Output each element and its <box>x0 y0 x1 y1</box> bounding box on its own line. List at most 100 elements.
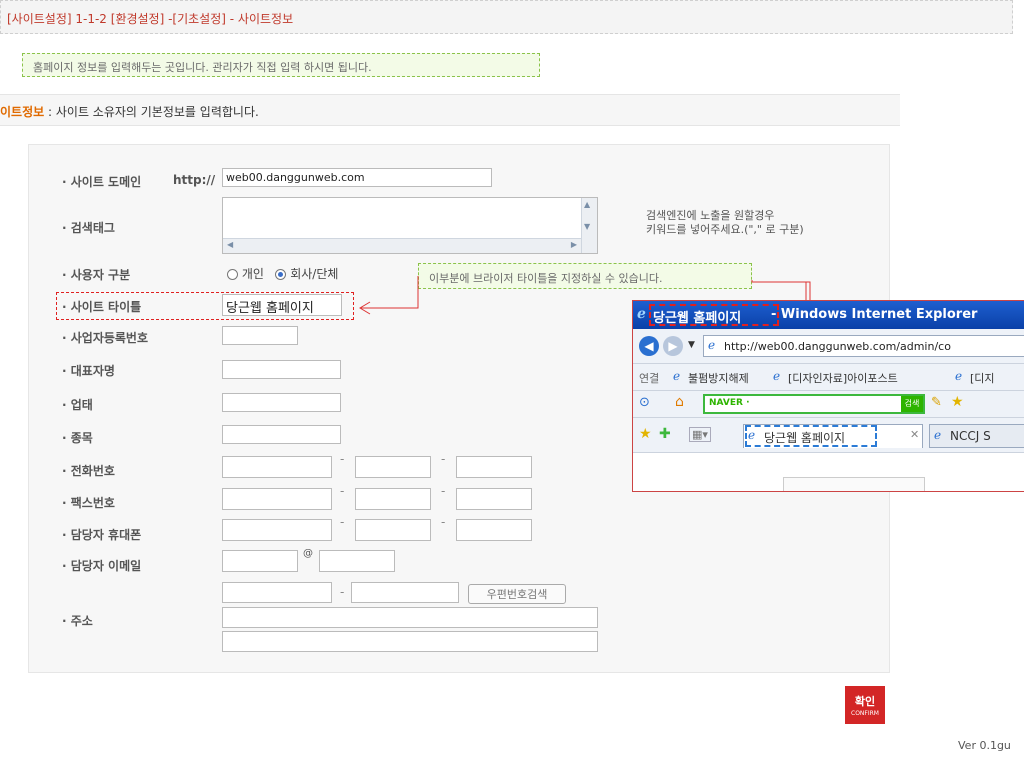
textarea-hscroll[interactable]: ◀ ▶ <box>223 238 581 253</box>
ie-tabbar: ★ ✚ ▦▾ ℯ 당근웹 홈페이지 ✕ ℯ NCCJ S <box>633 418 1024 453</box>
ie-address-bar[interactable]: ℯ http://web00.danggunweb.com/admin/co <box>703 335 1024 357</box>
radio-individual[interactable] <box>227 269 238 280</box>
radio-individual-label: 개인 <box>241 267 264 281</box>
link-1[interactable]: 불펌방지해제 <box>688 370 749 386</box>
fax-input-2[interactable] <box>355 488 431 510</box>
link-2[interactable]: [디자인자료]아이포스트 <box>788 370 898 386</box>
favorites-icon[interactable]: ★ <box>639 426 652 442</box>
ie-tab-2[interactable]: ℯ NCCJ S <box>929 424 1024 448</box>
title-label: · 사이트 타이틀 <box>62 300 142 314</box>
ceo-input[interactable] <box>222 360 341 379</box>
link2-icon: ℯ <box>773 369 781 383</box>
info-heading: 이트정보 <box>0 105 45 119</box>
tab2-page-icon: ℯ <box>934 428 942 442</box>
link-3[interactable]: [디지 <box>970 370 995 386</box>
tags-textarea[interactable]: ▲ ▼ ◀ ▶ <box>222 197 598 254</box>
textarea-vscroll[interactable]: ▲ ▼ <box>581 198 597 253</box>
forward-icon[interactable]: ▶ <box>663 336 683 356</box>
bizcat-label: · 업태 <box>62 398 93 412</box>
ie-links-bar: 연결 ℯ 불펌방지해제 ℯ [디자인자료]아이포스트 ℯ [디지 <box>633 364 1024 391</box>
tab2-title: NCCJ S <box>950 429 991 443</box>
usertype-radios: 개인 회사/단체 <box>227 265 338 282</box>
email-local-input[interactable] <box>222 550 298 572</box>
fax-input-1[interactable] <box>222 488 332 510</box>
scroll-down-icon[interactable]: ▼ <box>584 222 590 231</box>
mobile-input-3[interactable] <box>456 519 532 541</box>
fax-dash-2: - <box>441 484 446 498</box>
usertype-label: · 사용자 구분 <box>62 268 131 282</box>
address-input-2[interactable] <box>222 631 598 652</box>
bizitem-label: · 종목 <box>62 431 93 445</box>
ie-title-highlight <box>649 304 779 326</box>
naver-search-button[interactable]: 검색 <box>901 396 923 412</box>
back-icon[interactable]: ◀ <box>639 336 659 356</box>
confirm-button[interactable]: 확인 CONFIRM <box>845 686 885 724</box>
fax-label: · 팩스번호 <box>62 496 115 510</box>
link1-icon: ℯ <box>673 369 681 383</box>
add-favorite-icon[interactable]: ✚ <box>659 426 671 442</box>
fax-input-3[interactable] <box>456 488 532 510</box>
ie-content-stub <box>783 477 925 491</box>
info-bar: 이트정보 : 사이트 소유자의 기본정보를 입력합니다. <box>0 94 900 126</box>
breadcrumb: [사이트설정] 1-1-2 [환경설정] -[기초설정] - 사이트정보 <box>7 12 294 26</box>
scroll-right-icon[interactable]: ▶ <box>571 240 577 249</box>
phone-input-2[interactable] <box>355 456 431 478</box>
radio-company[interactable] <box>275 269 287 280</box>
history-dropdown-icon[interactable]: ▼ <box>688 340 695 350</box>
tab-close-icon[interactable]: ✕ <box>910 428 919 441</box>
mobile-dash-1: - <box>340 515 345 529</box>
fax-dash-1: - <box>340 484 345 498</box>
email-domain-input[interactable] <box>319 550 395 572</box>
quick-tabs-icon[interactable]: ▦▾ <box>689 427 711 442</box>
favorite-star-icon[interactable]: ★ <box>951 394 964 410</box>
title-input[interactable]: 당근웹 홈페이지 <box>222 294 342 316</box>
info-text: : 사이트 소유자의 기본정보를 입력합니다. <box>48 105 259 119</box>
breadcrumb-bar: [사이트설정] 1-1-2 [환경설정] -[기초설정] - 사이트정보 <box>0 0 1013 34</box>
ie-navbar: ◀ ▶ ▼ ℯ http://web00.danggunweb.com/admi… <box>633 329 1024 364</box>
bizcat-input[interactable] <box>222 393 341 412</box>
ie-address-text: http://web00.danggunweb.com/admin/co <box>724 340 951 353</box>
zip-dash: - <box>340 585 345 599</box>
radio-company-label: 회사/단체 <box>290 267 339 281</box>
address-input-1[interactable] <box>222 607 598 628</box>
confirm-label: 확인 <box>854 695 876 708</box>
ie-logo-icon: ℯ <box>637 306 646 322</box>
mobile-label: · 담당자 휴대폰 <box>62 528 142 542</box>
ceo-label: · 대표자명 <box>62 364 115 378</box>
address-label: · 주소 <box>62 614 93 628</box>
mobile-dash-2: - <box>441 515 446 529</box>
phone-input-1[interactable] <box>222 456 332 478</box>
bizno-label: · 사업자등록번호 <box>62 331 149 345</box>
confirm-sub: CONFIRM <box>851 710 879 717</box>
phone-input-3[interactable] <box>456 456 532 478</box>
home-icon[interactable]: ⌂ <box>675 394 684 410</box>
top-tip: 홈페이지 정보를 입력해두는 곳입니다. 관리자가 직접 입력 하시면 됩니다. <box>22 53 540 77</box>
zip-search-button[interactable]: 우편번호검색 <box>468 584 566 604</box>
domain-prefix: http:// <box>173 173 216 187</box>
mobile-input-1[interactable] <box>222 519 332 541</box>
naver-logo: NAVER · <box>709 398 750 408</box>
email-at: @ <box>303 548 313 559</box>
zip-input-2[interactable] <box>351 582 459 603</box>
ie-preview: ℯ 당근웹 홈페이지 - Windows Internet Explorer ◀… <box>632 300 1024 492</box>
zip-input-1[interactable] <box>222 582 332 603</box>
phone-label: · 전화번호 <box>62 464 115 478</box>
tab-highlight <box>745 425 877 447</box>
bizitem-input[interactable] <box>222 425 341 444</box>
links-label: 연결 <box>639 372 660 385</box>
version-label: Ver 0.1gu <box>958 739 1011 752</box>
ie-toolbar: ⊙ ⌂ NAVER · 검색 ✎ ★ <box>633 391 1024 418</box>
scroll-left-icon[interactable]: ◀ <box>227 240 233 249</box>
link3-icon: ℯ <box>955 369 963 383</box>
tags-help: 검색엔진에 노출을 원할경우 키워드를 넣어주세요.("," 로 구분) <box>646 209 804 236</box>
mobile-input-2[interactable] <box>355 519 431 541</box>
search-provider-icon[interactable]: ⊙ <box>639 395 650 410</box>
email-label: · 담당자 이메일 <box>62 559 142 573</box>
bizno-input[interactable] <box>222 326 298 345</box>
tool-icon[interactable]: ✎ <box>931 395 942 410</box>
scroll-up-icon[interactable]: ▲ <box>584 200 590 209</box>
ie-titlebar: ℯ 당근웹 홈페이지 - Windows Internet Explorer <box>633 301 1024 329</box>
ie-title-app: - Windows Internet Explorer <box>771 307 978 322</box>
domain-input[interactable]: web00.danggunweb.com <box>222 168 492 187</box>
naver-search-box[interactable]: NAVER · 검색 <box>703 394 925 414</box>
